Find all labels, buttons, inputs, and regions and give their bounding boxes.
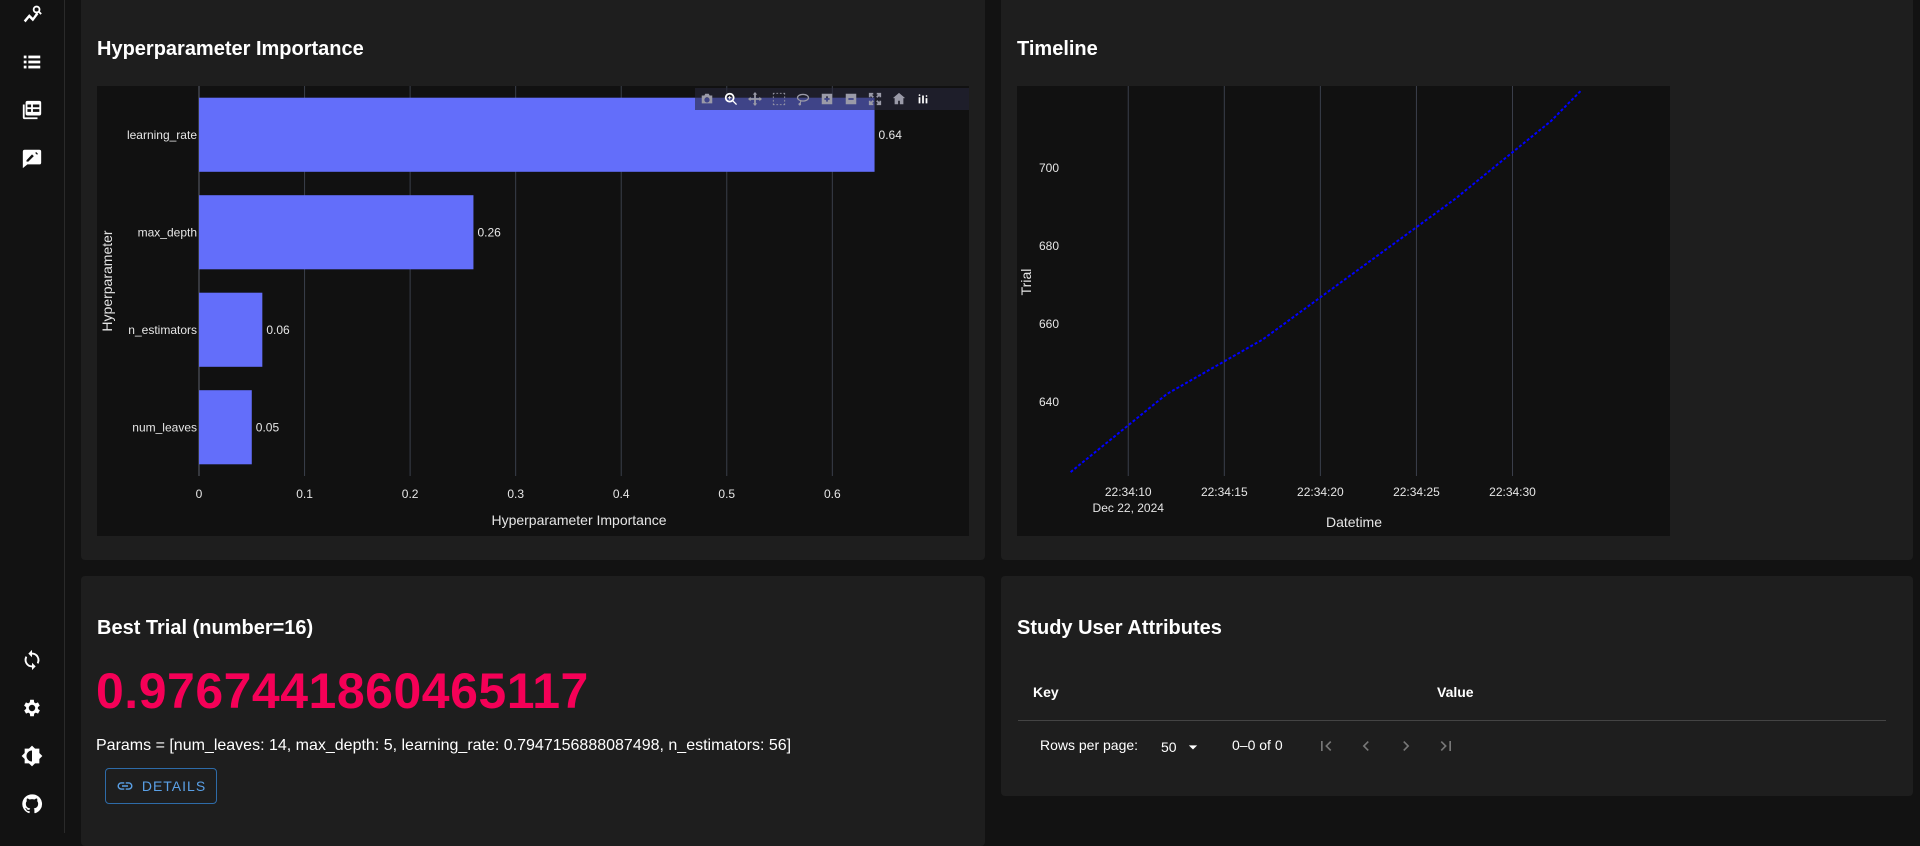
best-trial-title: Best Trial (number=16) (97, 617, 314, 639)
bar-value-label: 0.64 (879, 128, 903, 142)
x-tick-label: 22:34:30 (1489, 485, 1536, 499)
x-tick-label: 0 (196, 487, 203, 501)
details-button-label: DETAILS (141, 778, 207, 794)
x-tick-label: 0.2 (402, 487, 419, 501)
bar-value-label: 0.26 (477, 225, 501, 239)
bar-value-label: 0.06 (266, 323, 290, 337)
sidebar (0, 0, 65, 833)
list-icon[interactable] (20, 50, 44, 74)
reload-icon[interactable] (20, 648, 44, 672)
y-axis-title: Hyperparameter (99, 230, 115, 331)
settings-icon[interactable] (20, 696, 44, 720)
y-tick-label: num_leaves (132, 420, 197, 434)
box-select-icon[interactable] (767, 88, 791, 110)
best-trial-value: 0.9767441860465117 (96, 663, 589, 719)
chart-search-icon[interactable] (20, 3, 44, 27)
user-attrs-title: Study User Attributes (1017, 617, 1222, 639)
theme-icon[interactable] (20, 744, 44, 768)
link-icon (117, 782, 133, 790)
x-tick-label: 22:34:25 (1393, 485, 1440, 499)
caret-down-icon (1188, 745, 1197, 750)
zoom-icon[interactable] (719, 88, 743, 110)
y-tick-label: 640 (1039, 395, 1059, 409)
timeline-chart: 22:34:10 Dec 22, 2024 22:34:15 22:34:20 22:3… (1018, 86, 1583, 530)
y-tick-label: 680 (1039, 239, 1059, 253)
y-tick-label: n_estimators (128, 323, 197, 337)
github-icon[interactable] (20, 792, 44, 816)
zoom-in-icon[interactable] (815, 88, 839, 110)
camera-icon[interactable] (695, 88, 719, 110)
y-tick-label: max_depth (138, 225, 197, 239)
y-tick-label: 660 (1039, 317, 1059, 331)
y-axis-title: Trial (1018, 269, 1034, 296)
first-page-icon[interactable] (1314, 734, 1338, 758)
note-icon[interactable] (20, 146, 44, 170)
importance-plot: 0 0.1 0.2 0.3 0.4 0.5 0.6 0.64 learning_rate 0.26… (97, 86, 969, 536)
zoom-out-icon[interactable] (839, 88, 863, 110)
home-icon[interactable] (887, 88, 911, 110)
autoscale-icon[interactable] (863, 88, 887, 110)
x-tick-label: 0.4 (613, 487, 630, 501)
x-tick-label: 0.3 (507, 487, 524, 501)
plot-modebar (695, 88, 969, 110)
series-line (1069, 89, 1583, 473)
y-tick-label: 700 (1039, 161, 1059, 175)
column-key[interactable]: Key (1033, 684, 1059, 700)
x-axis-title: Hyperparameter Importance (491, 512, 666, 528)
last-page-icon[interactable] (1434, 734, 1458, 758)
x-tick-label: 0.6 (824, 487, 841, 501)
importance-chart: 0 0.1 0.2 0.3 0.4 0.5 0.6 0.64 learning_rate 0.26… (99, 86, 903, 528)
prev-page-icon[interactable] (1354, 734, 1378, 758)
x-tick-label: 0.1 (296, 487, 313, 501)
plotly-logo-icon[interactable] (911, 88, 935, 110)
x-axis-title: Datetime (1326, 514, 1382, 530)
bar-value-label: 0.05 (256, 420, 280, 434)
importance-title: Hyperparameter Importance (97, 38, 364, 60)
rows-per-page-label: Rows per page: (1040, 737, 1139, 753)
pagination-range: 0–0 of 0 (1232, 737, 1283, 753)
x-tick-label: 22:34:20 (1297, 485, 1344, 499)
bar (199, 195, 474, 270)
timeline-plot: 22:34:10 Dec 22, 2024 22:34:15 22:34:20 22:3… (1017, 86, 1670, 536)
bar (199, 292, 263, 367)
x-tick-label: 0.5 (718, 487, 735, 501)
lasso-icon[interactable] (791, 88, 815, 110)
y-tick-label: learning_rate (127, 128, 197, 142)
table-pagination: Rows per page: 50 0–0 of 0 (1018, 724, 1886, 768)
table-header: Key Value (1018, 672, 1886, 721)
table-icon[interactable] (20, 98, 44, 122)
x-tick-label: 22:34:15 (1201, 485, 1248, 499)
x-tick-label: 22:34:10 (1105, 485, 1152, 499)
rows-per-page-value: 50 (1161, 739, 1177, 755)
bar (199, 390, 252, 465)
next-page-icon[interactable] (1394, 734, 1418, 758)
column-value[interactable]: Value (1437, 684, 1474, 700)
x-tick-sublabel: Dec 22, 2024 (1093, 501, 1165, 515)
pan-icon[interactable] (743, 88, 767, 110)
rows-per-page-select[interactable]: 50 (1161, 737, 1203, 757)
details-button[interactable]: DETAILS (105, 768, 217, 804)
best-trial-params: Params = [num_leaves: 14, max_depth: 5, … (96, 737, 792, 754)
timeline-title: Timeline (1017, 38, 1098, 60)
